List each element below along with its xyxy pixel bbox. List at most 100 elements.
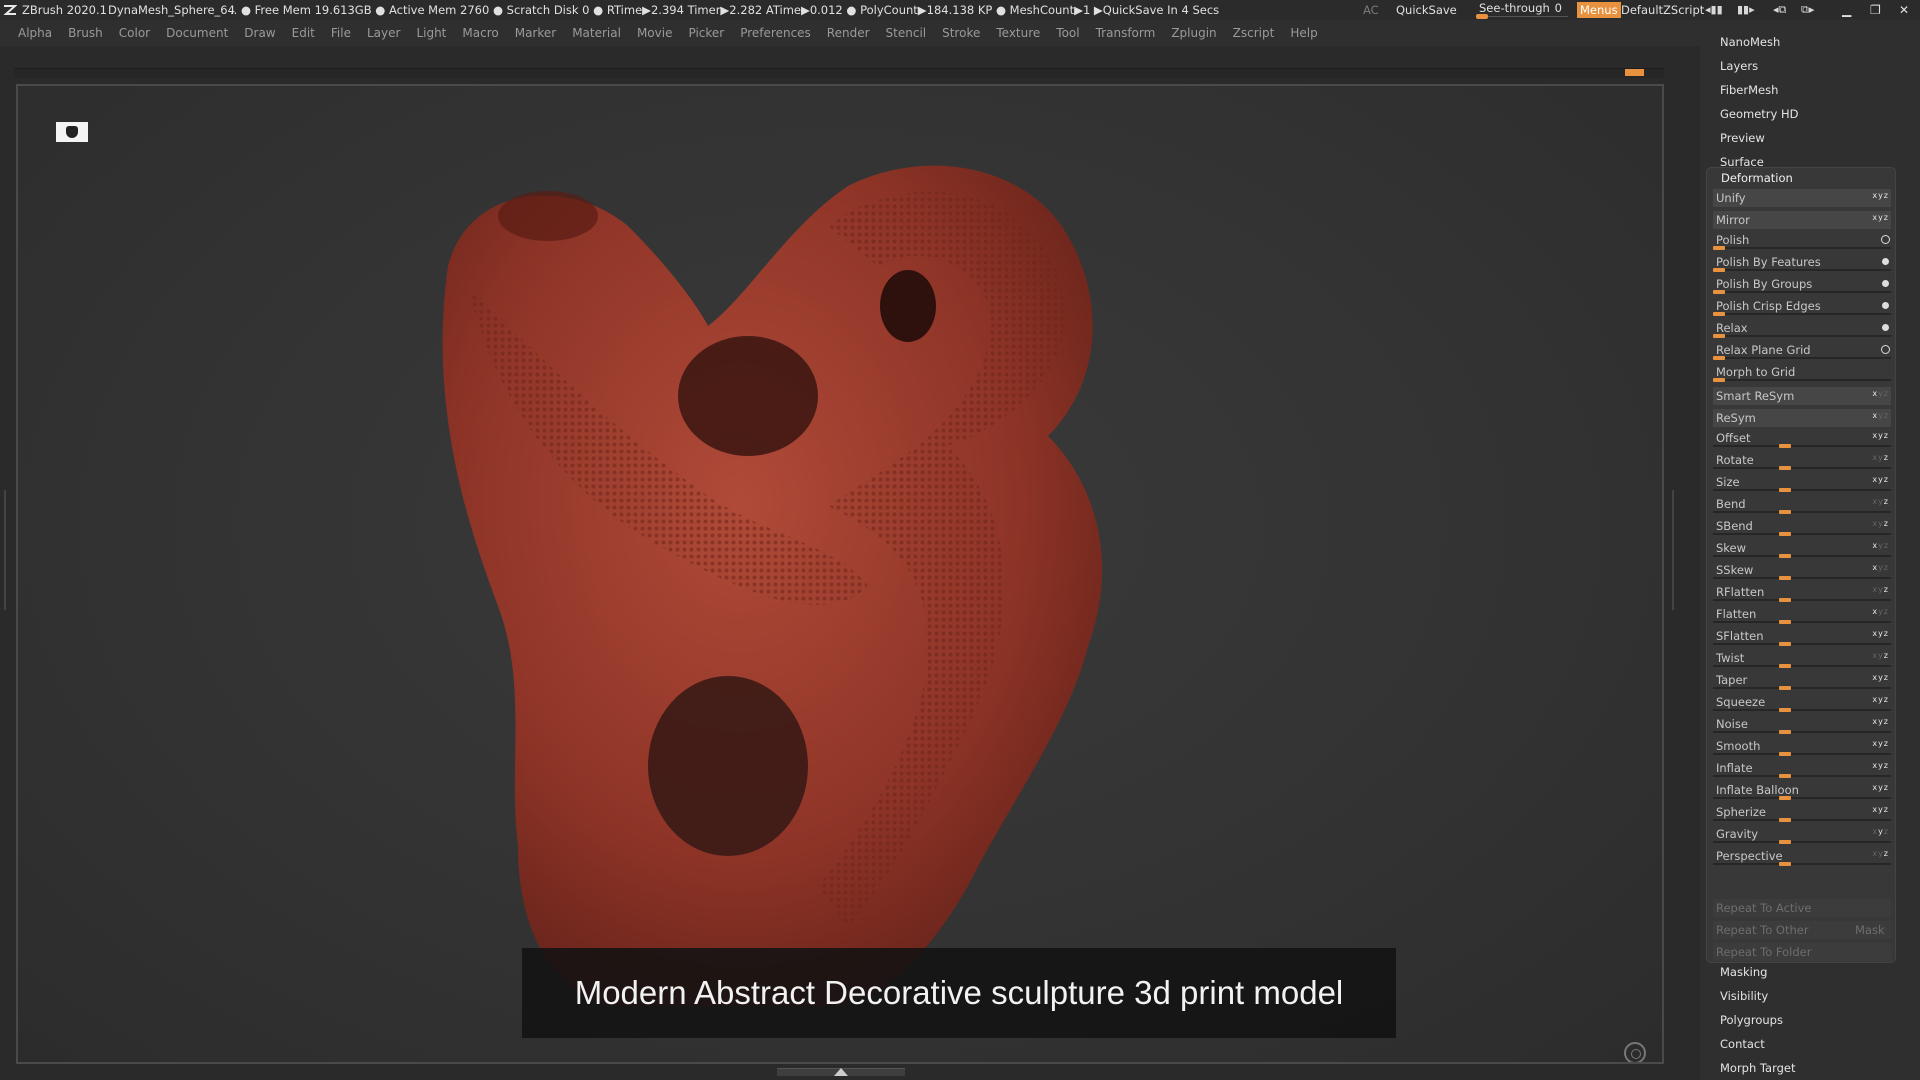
deformation-sskew-slider[interactable]: SSkew xyz (1713, 561, 1891, 580)
rflatten-knob[interactable] (1779, 598, 1791, 602)
spherize-knob[interactable] (1779, 818, 1791, 822)
offset-track[interactable] (1713, 444, 1891, 448)
perspective-knob[interactable] (1779, 862, 1791, 866)
subpalette-masking[interactable]: Masking (1720, 962, 1767, 982)
spherize-axis-toggle-icon[interactable]: xyz (1872, 803, 1889, 817)
sskew-axis-toggle-icon[interactable]: xyz (1872, 561, 1889, 575)
offset-axis-toggle-icon[interactable]: xyz (1872, 429, 1889, 443)
menu-layer[interactable]: Layer (359, 20, 408, 46)
menu-texture[interactable]: Texture (988, 20, 1048, 46)
deformation-polish-slider[interactable]: Polish (1713, 231, 1891, 250)
sskew-knob[interactable] (1779, 576, 1791, 580)
deformation-resym-button[interactable]: ReSym xyz (1713, 409, 1891, 427)
repeat-to-other-button[interactable]: Repeat To Other Mask (1713, 921, 1891, 939)
polish-crisp-edges-track[interactable] (1713, 312, 1891, 316)
sbend-track[interactable] (1713, 532, 1891, 536)
polish-crisp-edges-knob[interactable] (1713, 312, 1725, 316)
noise-track[interactable] (1713, 730, 1891, 734)
gravity-knob[interactable] (1779, 840, 1791, 844)
menu-draw[interactable]: Draw (236, 20, 283, 46)
quicksave-button[interactable]: QuickSave (1396, 0, 1457, 20)
taper-track[interactable] (1713, 686, 1891, 690)
unify-axis-toggle-icon[interactable]: xyz (1872, 189, 1889, 203)
inflate-balloon-axis-toggle-icon[interactable]: xyz (1872, 781, 1889, 795)
mask-toggle[interactable]: Mask (1855, 921, 1885, 939)
subpalette-polygroups[interactable]: Polygroups (1720, 1010, 1783, 1030)
subpalette-nanomesh[interactable]: NanoMesh (1720, 32, 1780, 52)
copy-layout-icon[interactable]: ◂⧉ (1773, 0, 1786, 20)
skew-track[interactable] (1713, 554, 1891, 558)
relax-track[interactable] (1713, 334, 1891, 338)
close-icon[interactable]: ✕ (1899, 0, 1909, 20)
menu-macro[interactable]: Macro (454, 20, 506, 46)
twist-track[interactable] (1713, 664, 1891, 668)
deformation-polish-crisp-edges-slider[interactable]: Polish Crisp Edges (1713, 297, 1891, 316)
deformation-taper-slider[interactable]: Taper xyz (1713, 671, 1891, 690)
polish-by-features-track[interactable] (1713, 268, 1891, 272)
squeeze-knob[interactable] (1779, 708, 1791, 712)
menu-color[interactable]: Color (111, 20, 158, 46)
morph-to-grid-track[interactable] (1713, 378, 1891, 382)
inflate-track[interactable] (1713, 774, 1891, 778)
taper-knob[interactable] (1779, 686, 1791, 690)
size-track[interactable] (1713, 488, 1891, 492)
inflate-balloon-track[interactable] (1713, 796, 1891, 800)
deformation-title[interactable]: Deformation (1721, 168, 1793, 188)
menu-marker[interactable]: Marker (507, 20, 564, 46)
deformation-rotate-slider[interactable]: Rotate xyz (1713, 451, 1891, 470)
subpalette-contact[interactable]: Contact (1720, 1034, 1765, 1054)
deformation-mirror-button[interactable]: Mirror xyz (1713, 211, 1891, 229)
left-tray-handle[interactable] (4, 490, 10, 610)
menu-zplugin[interactable]: Zplugin (1163, 20, 1224, 46)
perspective-track[interactable] (1713, 862, 1891, 866)
see-through-knob[interactable] (1476, 14, 1488, 19)
menu-movie[interactable]: Movie (629, 20, 681, 46)
deformation-spherize-slider[interactable]: Spherize xyz (1713, 803, 1891, 822)
squeeze-track[interactable] (1713, 708, 1891, 712)
resym-axis-toggle-icon[interactable]: xyz (1872, 409, 1889, 423)
deformation-smooth-slider[interactable]: Smooth xyz (1713, 737, 1891, 756)
menu-render[interactable]: Render (819, 20, 878, 46)
inflate-axis-toggle-icon[interactable]: xyz (1872, 759, 1889, 773)
rotate-axis-toggle-icon[interactable]: xyz (1872, 451, 1889, 465)
paste-layout-icon[interactable]: ⧉▸ (1801, 0, 1814, 20)
noise-knob[interactable] (1779, 730, 1791, 734)
deformation-twist-slider[interactable]: Twist xyz (1713, 649, 1891, 668)
see-through-slider[interactable]: See-through 0 (1476, 2, 1568, 19)
ac-indicator[interactable]: AC (1363, 0, 1379, 20)
relax-plane-grid-toggle-icon[interactable] (1881, 345, 1890, 354)
polish-by-features-toggle-icon[interactable] (1882, 258, 1889, 265)
menu-alpha[interactable]: Alpha (0, 20, 60, 46)
flatten-knob[interactable] (1779, 620, 1791, 624)
twist-axis-toggle-icon[interactable]: xyz (1872, 649, 1889, 663)
perspective-axis-toggle-icon[interactable]: xyz (1872, 847, 1889, 861)
menu-picker[interactable]: Picker (680, 20, 732, 46)
bend-knob[interactable] (1779, 510, 1791, 514)
right-tray-handle[interactable] (1672, 490, 1678, 610)
gravity-track[interactable] (1713, 840, 1891, 844)
relax-knob[interactable] (1713, 334, 1725, 338)
menu-transform[interactable]: Transform (1088, 20, 1164, 46)
layout-right-icon[interactable]: ▮▮▸ (1737, 0, 1755, 20)
bend-track[interactable] (1713, 510, 1891, 514)
layout-left-icon[interactable]: ◂▮▮ (1705, 0, 1723, 20)
deformation-offset-slider[interactable]: Offset xyz (1713, 429, 1891, 448)
polish-crisp-edges-toggle-icon[interactable] (1882, 302, 1889, 309)
sflatten-track[interactable] (1713, 642, 1891, 646)
repeat-to-active-button[interactable]: Repeat To Active (1713, 899, 1891, 917)
menu-brush[interactable]: Brush (60, 20, 111, 46)
flatten-track[interactable] (1713, 620, 1891, 624)
deformation-smart-resym-button[interactable]: Smart ReSym xyz (1713, 387, 1891, 405)
taper-axis-toggle-icon[interactable]: xyz (1872, 671, 1889, 685)
skew-knob[interactable] (1779, 554, 1791, 558)
gravity-axis-toggle-icon[interactable]: xyz (1872, 825, 1889, 839)
smooth-knob[interactable] (1779, 752, 1791, 756)
noise-axis-toggle-icon[interactable]: xyz (1872, 715, 1889, 729)
size-knob[interactable] (1779, 488, 1791, 492)
rotate-knob[interactable] (1779, 466, 1791, 470)
relax-plane-grid-knob[interactable] (1713, 356, 1725, 360)
polish-by-groups-knob[interactable] (1713, 290, 1725, 294)
deformation-skew-slider[interactable]: Skew xyz (1713, 539, 1891, 558)
relax-toggle-icon[interactable] (1882, 324, 1889, 331)
perspective-camera-icon[interactable] (56, 122, 88, 142)
